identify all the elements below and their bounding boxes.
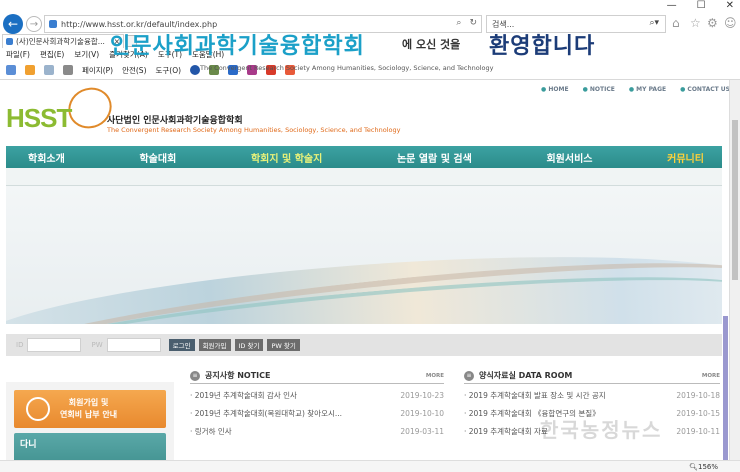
util-home-link[interactable]: HOME <box>541 86 568 93</box>
join-line1: 회원가입 및 <box>68 398 109 407</box>
banner-welcome: 환영합니다 <box>489 34 596 59</box>
main-banner <box>6 186 722 324</box>
utility-links: HOME NOTICE MY PAGE CONTACT US <box>541 86 730 93</box>
list-item[interactable]: · 링거하 인사 2019-03-11 <box>190 425 444 438</box>
notice-title: 공지사항 NOTICE <box>205 371 271 380</box>
pw-input[interactable] <box>106 338 161 352</box>
org-name: 사단법인 인문사회과학기술융합학회 <box>107 116 243 126</box>
favorites-star-icon[interactable]: ☆ <box>690 16 701 30</box>
zoom-icon: 🔍︎ <box>689 462 698 471</box>
search-go-icon[interactable]: ⌕▾ <box>649 18 659 28</box>
rss-icon[interactable] <box>25 65 35 75</box>
list-item[interactable]: · 2019 추계학술대회 발표 장소 및 시간 공지 2019-10-18 <box>464 389 720 402</box>
util-contact-link[interactable]: CONTACT US <box>680 86 730 93</box>
tab-title: (사)인문사회과학기술융합... <box>16 37 105 46</box>
arrow-left-icon: ← <box>7 17 19 31</box>
find-pw-button[interactable]: PW 찾기 <box>267 339 300 351</box>
login-button[interactable]: 로그인 <box>168 339 195 351</box>
close-icon[interactable]: ✕ <box>726 0 734 11</box>
person-icon <box>26 397 50 421</box>
read-mail-icon[interactable] <box>44 65 54 75</box>
menu-edit[interactable]: 편집(E) <box>40 49 64 61</box>
arrow-right-icon: → <box>29 18 39 30</box>
window-controls: — ☐ ✕ <box>667 0 734 11</box>
help-icon[interactable] <box>190 65 201 75</box>
home-icon[interactable]: ⌂ <box>672 16 680 30</box>
nav-member-service[interactable]: 회원서비스 <box>546 150 592 165</box>
dataroom-title: 양식자료실 DATA ROOM <box>479 371 573 380</box>
forward-button[interactable]: → <box>26 16 42 32</box>
ie-page-icon <box>49 20 57 28</box>
join-line2: 연회비 납부 안내 <box>60 410 118 419</box>
id-label: ID <box>16 341 24 349</box>
nav-papers[interactable]: 논문 열람 및 검색 <box>397 150 472 165</box>
print-icon[interactable] <box>63 65 73 75</box>
pw-label: PW <box>91 341 103 349</box>
tab-favicon-icon <box>6 38 13 45</box>
list-icon: ≡ <box>190 370 200 381</box>
util-mypage-link[interactable]: MY PAGE <box>629 86 666 93</box>
smiley-icon[interactable]: ☺ <box>724 16 737 30</box>
org-name-en: The Convergent Research Society Among Hu… <box>107 126 401 134</box>
banner-mid-text: 에 오신 것을 <box>402 38 461 51</box>
nav-about[interactable]: 학회소개 <box>28 150 65 165</box>
login-bar: ID PW 로그인 회원가입 ID 찾기 PW 찾기 <box>6 334 722 356</box>
util-notice-link[interactable]: NOTICE <box>583 86 615 93</box>
gear-icon[interactable]: ⚙ <box>707 16 718 30</box>
status-bar: 🔍︎ 156% <box>0 460 740 472</box>
minimize-icon[interactable]: — <box>667 0 677 11</box>
browser-tab[interactable]: (사)인문사회과학기술융합... × <box>2 34 124 48</box>
scroll-thumb[interactable] <box>732 120 738 280</box>
notice-more-link[interactable]: MORE <box>426 373 444 379</box>
list-item[interactable]: · 2019년 추계학술대회 감사 인사 2019-10-23 <box>190 389 444 402</box>
zoom-level[interactable]: 156% <box>698 463 718 471</box>
watermark: 한국농정뉴스 <box>540 418 663 442</box>
cmd-safety[interactable]: 안전(S) <box>122 65 146 76</box>
list-item[interactable]: · 2019년 추계학술대회(목원대학교) 찾아오시... 2019-10-10 <box>190 407 444 420</box>
id-input[interactable] <box>27 338 82 352</box>
join-membership-banner[interactable]: 회원가입 및연회비 납부 안내 <box>14 390 166 428</box>
banner-title: 인문사회과학기술융합학회 <box>110 34 365 59</box>
main-nav: 학회소개 학술대회 학회지 및 학술지 논문 열람 및 검색 회원서비스 커뮤니… <box>6 146 722 168</box>
list-icon: ≡ <box>464 370 474 381</box>
side-quick-menu[interactable] <box>723 316 728 472</box>
search-icon[interactable]: ⌕ <box>456 18 461 28</box>
cmd-tools[interactable]: 도구(O) <box>156 65 182 76</box>
refresh-icon[interactable]: ↻ <box>469 18 477 28</box>
sub-nav-bar <box>6 168 722 186</box>
menu-file[interactable]: 파일(F) <box>6 49 30 61</box>
back-button[interactable]: ← <box>3 14 23 34</box>
notice-panel: ≡ 공지사항 NOTICE MORE · 2019년 추계학술대회 감사 인사 2… <box>190 368 444 472</box>
banner-subtitle: The Convergent Research Society Among Hu… <box>200 64 494 72</box>
menu-view[interactable]: 보기(V) <box>74 49 99 61</box>
nav-community[interactable]: 커뮤니티 <box>667 150 704 165</box>
maximize-icon[interactable]: ☐ <box>697 0 706 11</box>
nav-conference[interactable]: 학술대회 <box>139 150 176 165</box>
dataroom-more-link[interactable]: MORE <box>702 373 720 379</box>
home-page-icon[interactable] <box>6 65 16 75</box>
nav-journal[interactable]: 학회지 및 학술지 <box>251 150 322 165</box>
find-id-button[interactable]: ID 찾기 <box>234 339 264 351</box>
site-logo[interactable]: HSST <box>6 103 72 134</box>
cmd-page[interactable]: 페이지(P) <box>82 65 113 76</box>
join-button[interactable]: 회원가입 <box>198 339 231 351</box>
vertical-scrollbar[interactable] <box>729 80 740 460</box>
